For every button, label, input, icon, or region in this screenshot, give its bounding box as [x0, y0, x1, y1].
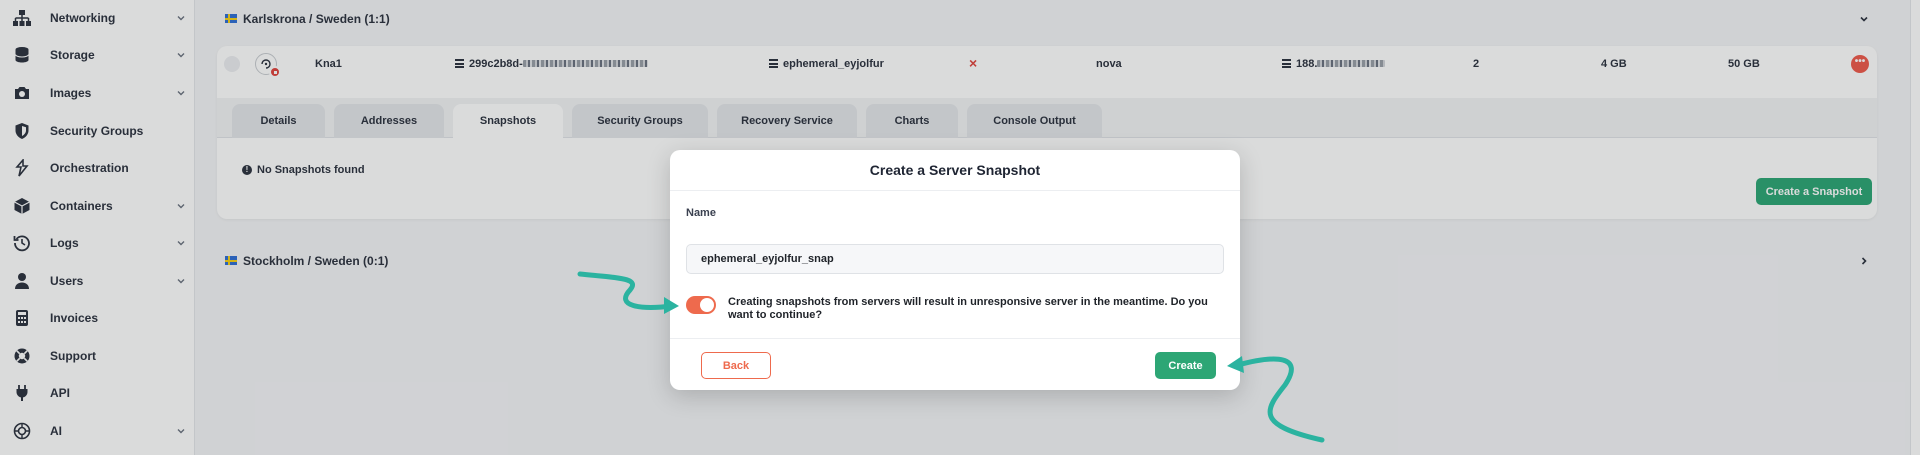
- create-button[interactable]: Create: [1155, 352, 1216, 379]
- name-label: Name: [686, 207, 716, 219]
- modal-title: Create a Server Snapshot: [869, 162, 1041, 178]
- divider: [670, 190, 1240, 191]
- warning-text: Creating snapshots from servers will res…: [728, 296, 1208, 321]
- toggle-knob: [700, 298, 714, 312]
- back-button[interactable]: Back: [701, 352, 771, 379]
- create-snapshot-modal: Create a Server Snapshot Name Creating s…: [670, 150, 1240, 390]
- snapshot-name-input[interactable]: [686, 244, 1224, 274]
- divider: [670, 338, 1240, 339]
- confirm-toggle[interactable]: [686, 296, 716, 314]
